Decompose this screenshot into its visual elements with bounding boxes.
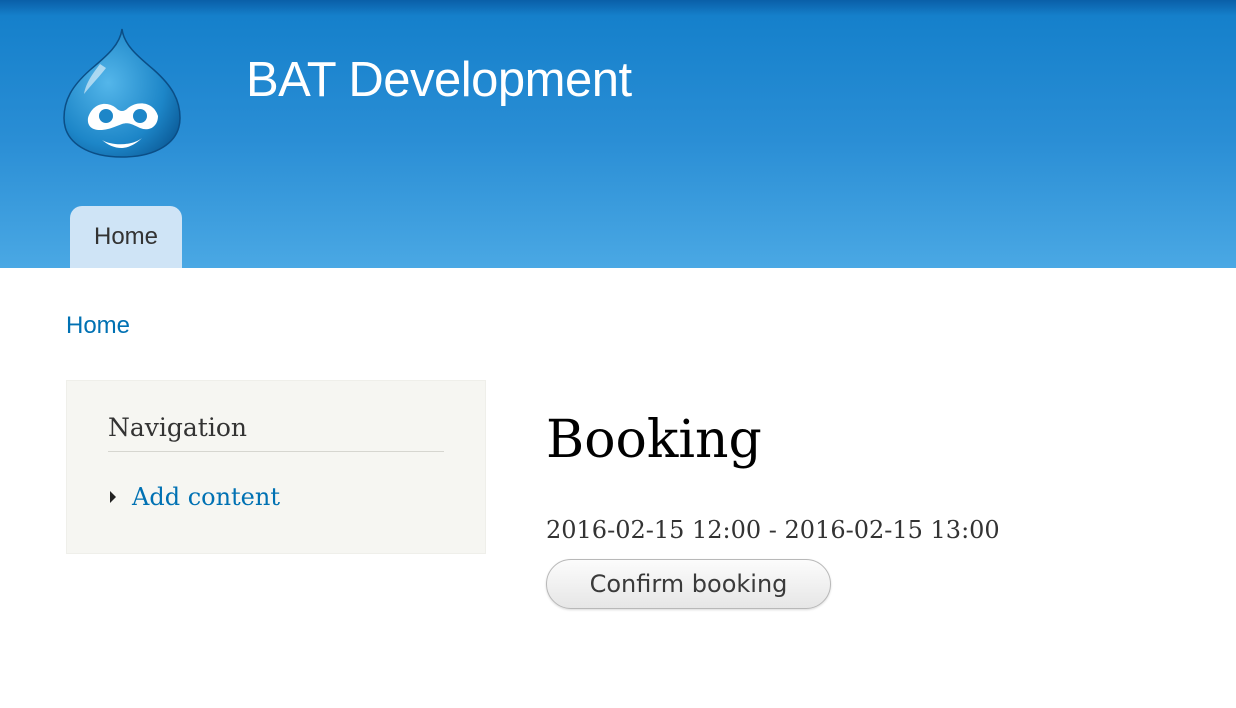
sidebar-title: Navigation (108, 413, 444, 452)
page-title: Booking (546, 410, 762, 470)
confirm-booking-button[interactable]: Confirm booking (546, 559, 831, 609)
triangle-right-icon (110, 491, 116, 503)
booking-dates: 2016-02-15 12:00 - 2016-02-15 13:00 (546, 516, 1000, 544)
breadcrumb-home-link[interactable]: Home (66, 312, 130, 340)
site-name-link[interactable]: BAT Development (246, 52, 632, 108)
add-content-link[interactable]: Add content (132, 483, 280, 511)
drupal-logo-icon[interactable] (62, 26, 182, 160)
navigation-sidebar: Navigation Add content (66, 380, 486, 554)
sidebar-item-add-content[interactable]: Add content (110, 483, 280, 511)
site-header: BAT Development Home (0, 0, 1236, 268)
tab-home[interactable]: Home (70, 206, 182, 268)
